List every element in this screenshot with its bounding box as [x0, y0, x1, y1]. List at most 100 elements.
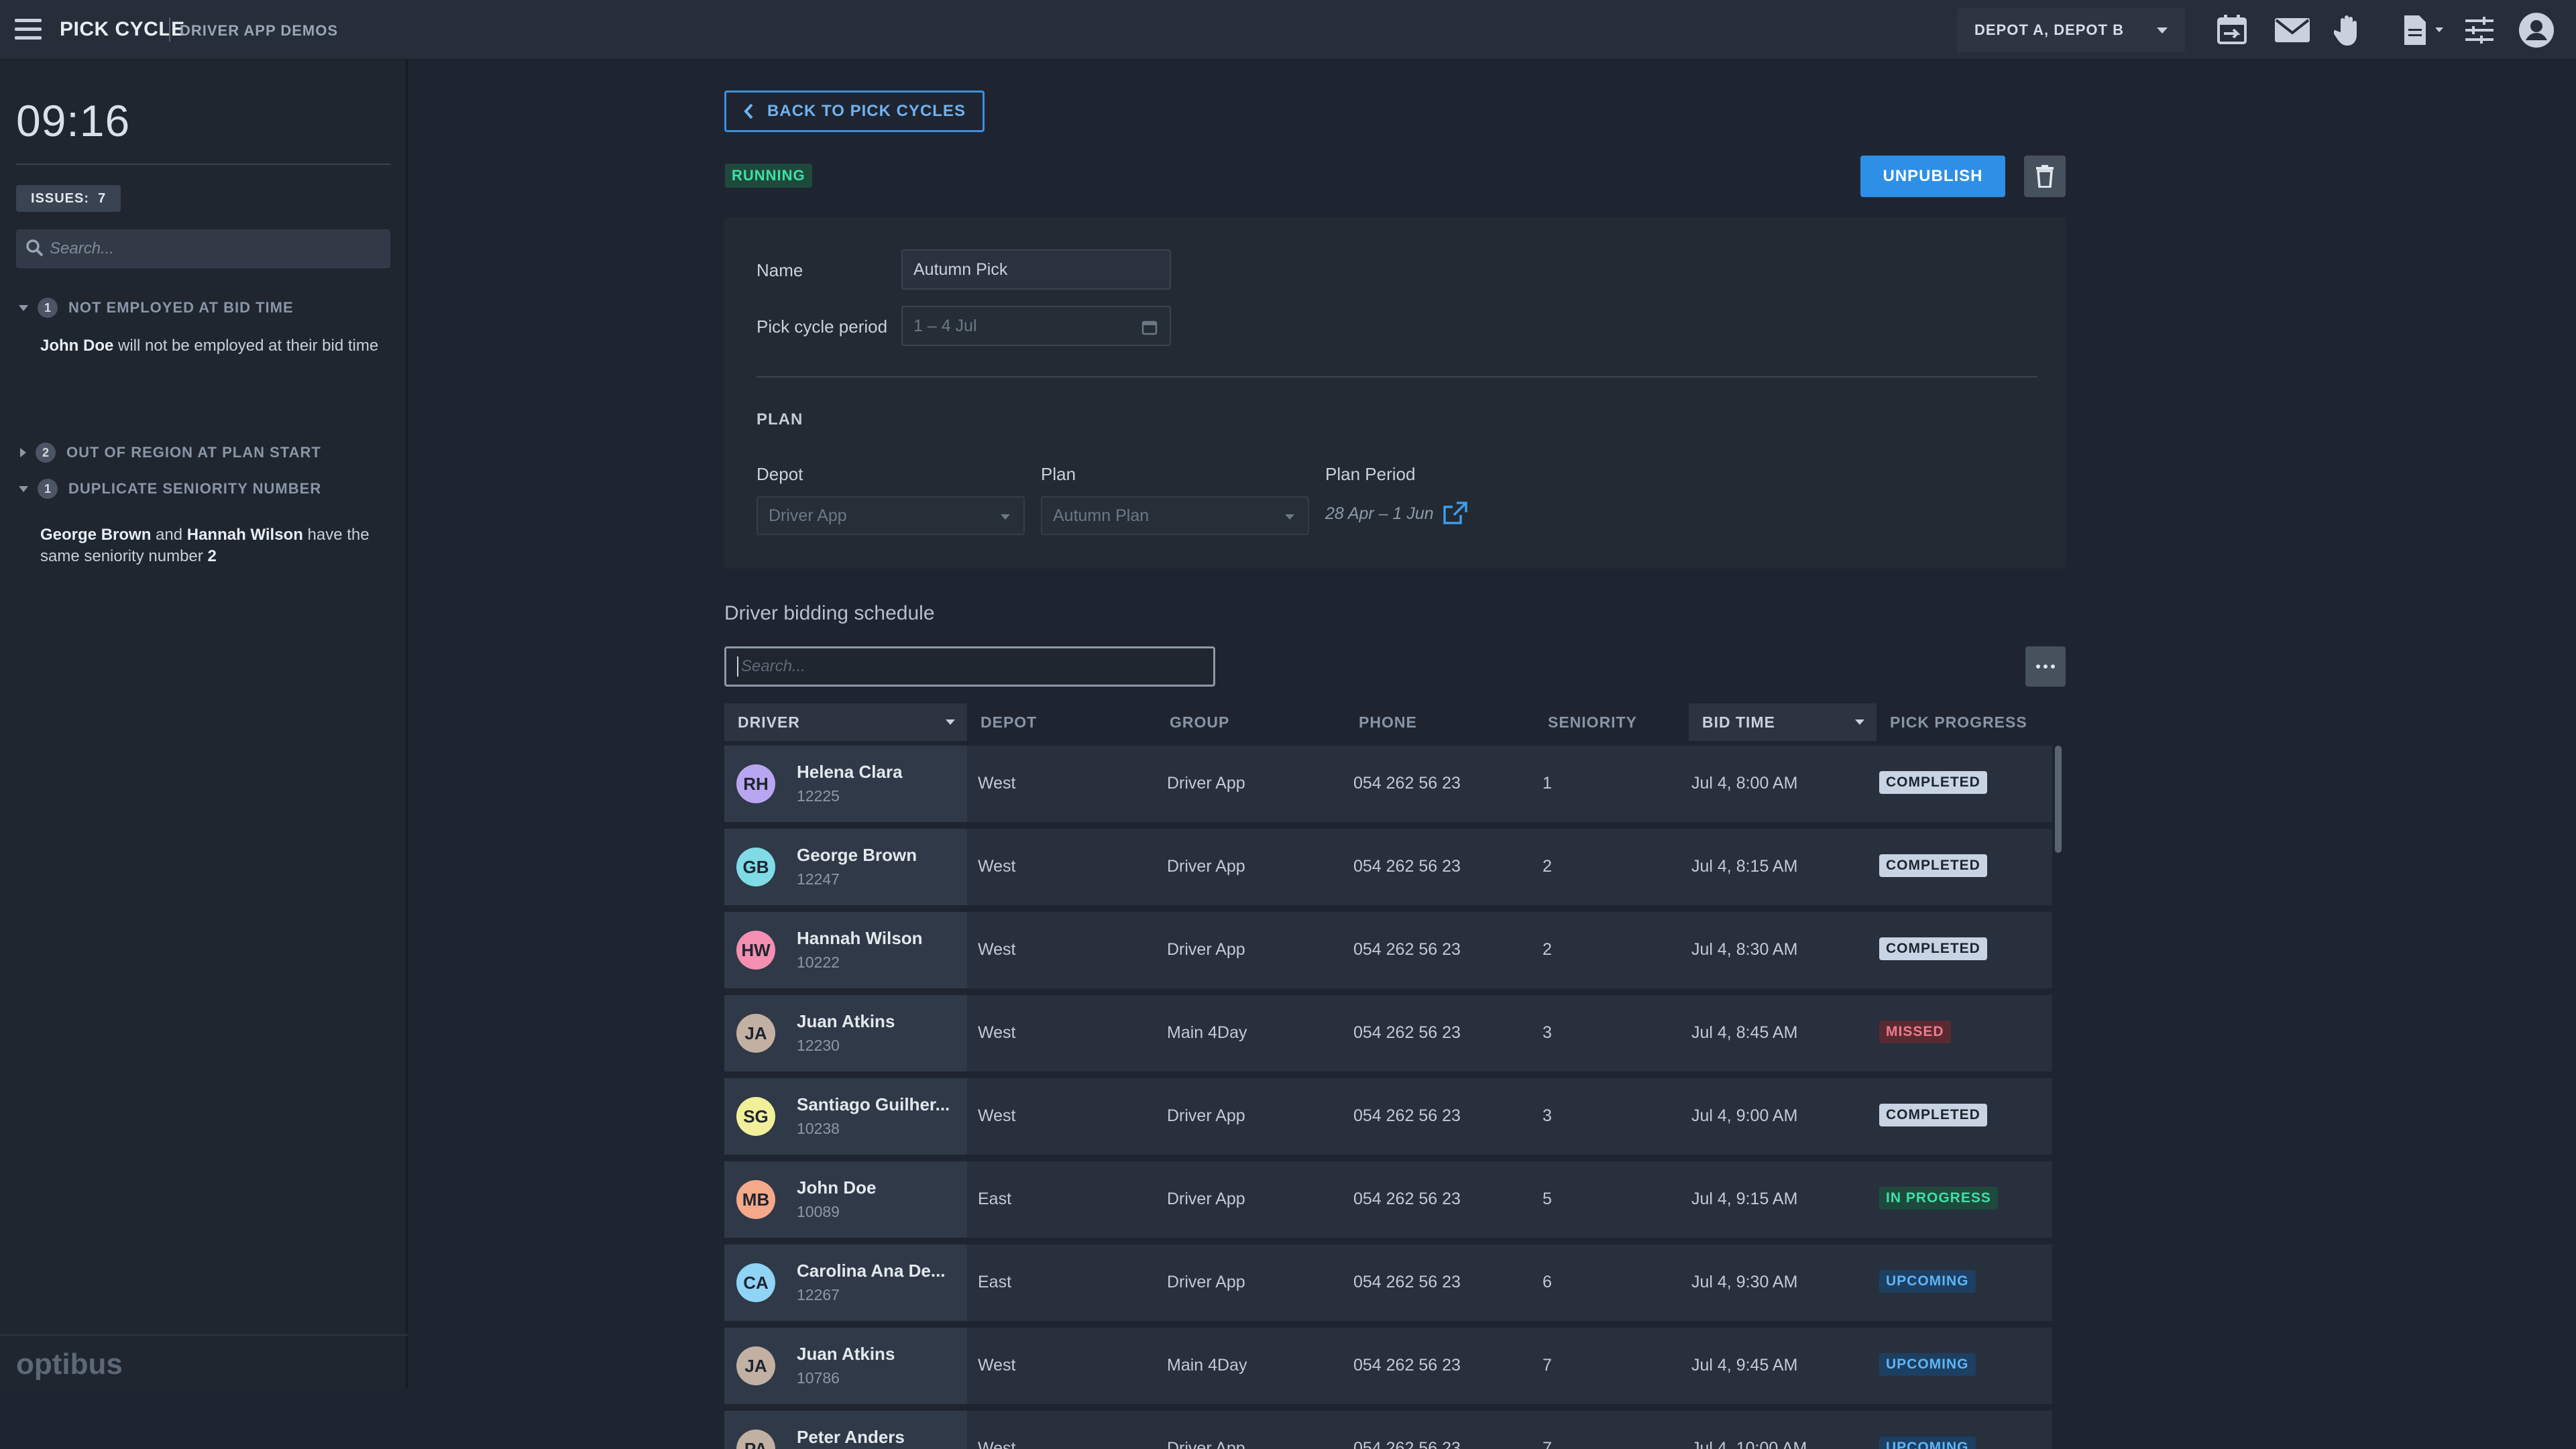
avatar: SG [736, 1097, 775, 1136]
name-label: Name [757, 260, 803, 281]
app-title: PICK CYCLE [60, 18, 185, 41]
phone-cell: 054 262 56 23 [1353, 1356, 1461, 1375]
issue-group-label: OUT OF REGION AT PLAN START [66, 444, 321, 461]
issue-driver-name[interactable]: George Brown [40, 526, 151, 544]
avatar: GB [736, 848, 775, 886]
depot-cell: East [978, 1273, 1011, 1292]
hand-icon[interactable] [2333, 13, 2365, 47]
sliders-icon[interactable] [2463, 13, 2496, 47]
chevron-down-icon [1285, 514, 1294, 520]
chevron-down-icon [946, 719, 955, 725]
depot-cell: West [978, 1106, 1016, 1126]
table-row[interactable]: JAJuan Atkins12230WestMain 4Day054 262 5… [724, 995, 2052, 1071]
driver-cell[interactable]: JAJuan Atkins10786 [724, 1328, 967, 1404]
table-scrollbar[interactable] [2055, 746, 2062, 853]
document-icon[interactable] [2401, 13, 2448, 47]
bid-time-cell: Jul 4, 8:30 AM [1691, 940, 1797, 960]
name-input[interactable]: Autumn Pick [901, 249, 1171, 290]
phone-cell: 054 262 56 23 [1353, 1106, 1461, 1126]
driver-cell[interactable]: HWHannah Wilson10222 [724, 912, 967, 988]
table-row[interactable]: MBJohn Doe10089EastDriver App054 262 56 … [724, 1161, 2052, 1238]
delete-button[interactable] [2024, 156, 2066, 197]
calendar-arrow-icon[interactable] [2213, 13, 2251, 47]
chevron-right-icon [20, 448, 26, 457]
driver-cell[interactable]: MBJohn Doe10089 [724, 1161, 967, 1238]
issue-description: John Doe will not be employed at their b… [40, 335, 389, 357]
driver-name: John Doe [797, 1177, 876, 1198]
avatar: RH [736, 764, 775, 803]
form-divider [757, 376, 2037, 378]
issue-group-not-employed[interactable]: 1 NOT EMPLOYED AT BID TIME [19, 298, 294, 318]
driver-cell[interactable]: CACarolina Ana De...12267 [724, 1244, 967, 1321]
depot-selector[interactable]: DEPOT A, DEPOT B [1957, 8, 2185, 52]
issue-driver-name[interactable]: John Doe [40, 337, 113, 355]
column-header-group[interactable]: GROUP [1156, 703, 1345, 741]
column-header-phone[interactable]: PHONE [1345, 703, 1534, 741]
unpublish-button[interactable]: UNPUBLISH [1860, 156, 2005, 197]
issue-group-out-of-region[interactable]: 2 OUT OF REGION AT PLAN START [19, 443, 321, 463]
more-options-button[interactable] [2025, 646, 2066, 687]
driver-id: 10089 [797, 1203, 840, 1221]
seniority-cell: 5 [1543, 1190, 1552, 1209]
driver-cell[interactable]: JAJuan Atkins12230 [724, 995, 967, 1071]
depot-cell: West [978, 940, 1016, 960]
driver-name: Santiago Guilher... [797, 1094, 950, 1115]
table-row[interactable]: PAPeter AndersWestDriver App054 262 56 2… [724, 1411, 2052, 1449]
issue-group-duplicate-seniority[interactable]: 1 DUPLICATE SENIORITY NUMBER [19, 479, 321, 499]
group-cell: Driver App [1167, 1273, 1245, 1292]
seniority-cell: 2 [1543, 857, 1552, 876]
driver-cell[interactable]: PAPeter Anders [724, 1411, 967, 1449]
column-header-driver[interactable]: DRIVER [724, 703, 967, 741]
chevron-down-icon [19, 305, 28, 311]
issues-count: 7 [98, 191, 106, 207]
avatar: PA [736, 1430, 775, 1449]
group-cell: Main 4Day [1167, 1023, 1247, 1043]
driver-cell[interactable]: RHHelena Clara12225 [724, 746, 967, 822]
column-header-depot[interactable]: DEPOT [967, 703, 1156, 741]
driver-table-body: RHHelena Clara12225 West Driver App 054 262… [724, 746, 2052, 1449]
table-row[interactable]: RHHelena Clara12225WestDriver App054 262… [724, 746, 2052, 822]
table-row[interactable]: HWHannah Wilson10222WestDriver App054 26… [724, 912, 2052, 988]
issue-description: George Brown and Hannah Wilson have the … [40, 524, 389, 567]
depot-select: Driver App [757, 496, 1025, 535]
text-cursor [737, 656, 738, 677]
table-row[interactable]: GBGeorge Brown12247WestDriver App054 262… [724, 829, 2052, 905]
driver-id: 10786 [797, 1369, 840, 1387]
column-header-bid-time[interactable]: BID TIME [1689, 703, 1877, 741]
top-bar: PICK CYCLE DRIVER APP DEMOS DEPOT A, DEP… [0, 0, 2576, 60]
issues-badge: ISSUES: 7 [16, 185, 121, 212]
seniority-cell: 7 [1543, 1356, 1552, 1375]
driver-id: 12225 [797, 787, 840, 805]
group-cell: Driver App [1167, 1439, 1245, 1449]
sidebar-search-input[interactable]: Search... [16, 229, 390, 268]
depot-cell: West [978, 1439, 1016, 1449]
external-link-icon[interactable] [1443, 502, 1467, 526]
issue-driver-name[interactable]: Hannah Wilson [187, 526, 303, 544]
seniority-cell: 7 [1543, 1439, 1552, 1449]
column-header-seniority[interactable]: SENIORITY [1534, 703, 1689, 741]
sidebar-divider [16, 164, 390, 165]
depot-label: Depot [757, 464, 803, 485]
depot-cell: East [978, 1190, 1011, 1209]
column-header-label: BID TIME [1702, 713, 1775, 732]
menu-icon[interactable] [15, 19, 42, 42]
bid-time-cell: Jul 4, 8:15 AM [1691, 857, 1797, 876]
driver-id: 12247 [797, 870, 840, 888]
driver-cell[interactable]: SGSantiago Guilher...10238 [724, 1078, 967, 1155]
table-search-input[interactable]: Search... [724, 646, 1215, 687]
depot-cell: West [978, 774, 1016, 793]
driver-name: Carolina Ana De... [797, 1261, 946, 1281]
table-row[interactable]: CACarolina Ana De...12267EastDriver App0… [724, 1244, 2052, 1321]
driver-cell[interactable]: GBGeorge Brown12247 [724, 829, 967, 905]
period-label: Pick cycle period [757, 316, 887, 337]
user-account-icon[interactable] [2518, 13, 2555, 47]
table-row[interactable]: SGSantiago Guilher...10238WestDriver App… [724, 1078, 2052, 1155]
column-header-pick-progress[interactable]: PICK PROGRESS [1877, 703, 2052, 741]
driver-id: 10222 [797, 953, 840, 972]
trash-icon [2035, 165, 2054, 188]
table-row[interactable]: JAJuan Atkins10786WestMain 4Day054 262 5… [724, 1328, 2052, 1404]
mail-icon[interactable] [2272, 13, 2312, 47]
status-badge: MISSED [1879, 1021, 1951, 1043]
back-button-label: BACK TO PICK CYCLES [767, 102, 966, 121]
back-to-pick-cycles-button[interactable]: BACK TO PICK CYCLES [724, 91, 985, 132]
